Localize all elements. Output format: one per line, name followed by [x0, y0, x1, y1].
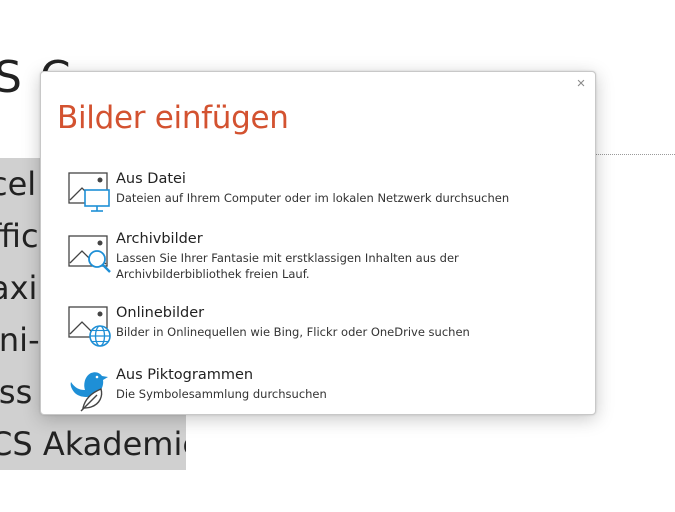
option-description: Bilder in Onlinequellen wie Bing, Flickr…: [116, 325, 470, 339]
dialog-title: Bilder einfügen: [57, 100, 289, 136]
option-title: Onlinebilder: [116, 305, 205, 321]
option-description: Dateien auf Ihrem Computer oder im lokal…: [116, 191, 510, 205]
close-button[interactable]: ×: [573, 76, 589, 92]
option-title: Aus Datei: [116, 171, 186, 187]
option-description: Die Symbolesammlung durchsuchen: [116, 387, 327, 401]
picture-globe-icon: [67, 304, 113, 350]
option-title: Aus Piktogrammen: [116, 367, 254, 383]
document-divider: [596, 154, 675, 155]
option-description: Lassen Sie Ihrer Fantasie mit erstklassi…: [116, 251, 459, 281]
document-list-item: CS Akademie: [0, 418, 186, 470]
option-title: Archivbilder: [116, 231, 203, 247]
picture-monitor-icon: [67, 170, 113, 216]
bird-leaf-icon: [67, 366, 113, 412]
insert-pictures-dialog: × Bilder einfügen Aus Datei Dateien auf …: [40, 71, 596, 415]
picture-search-icon: [67, 230, 113, 276]
